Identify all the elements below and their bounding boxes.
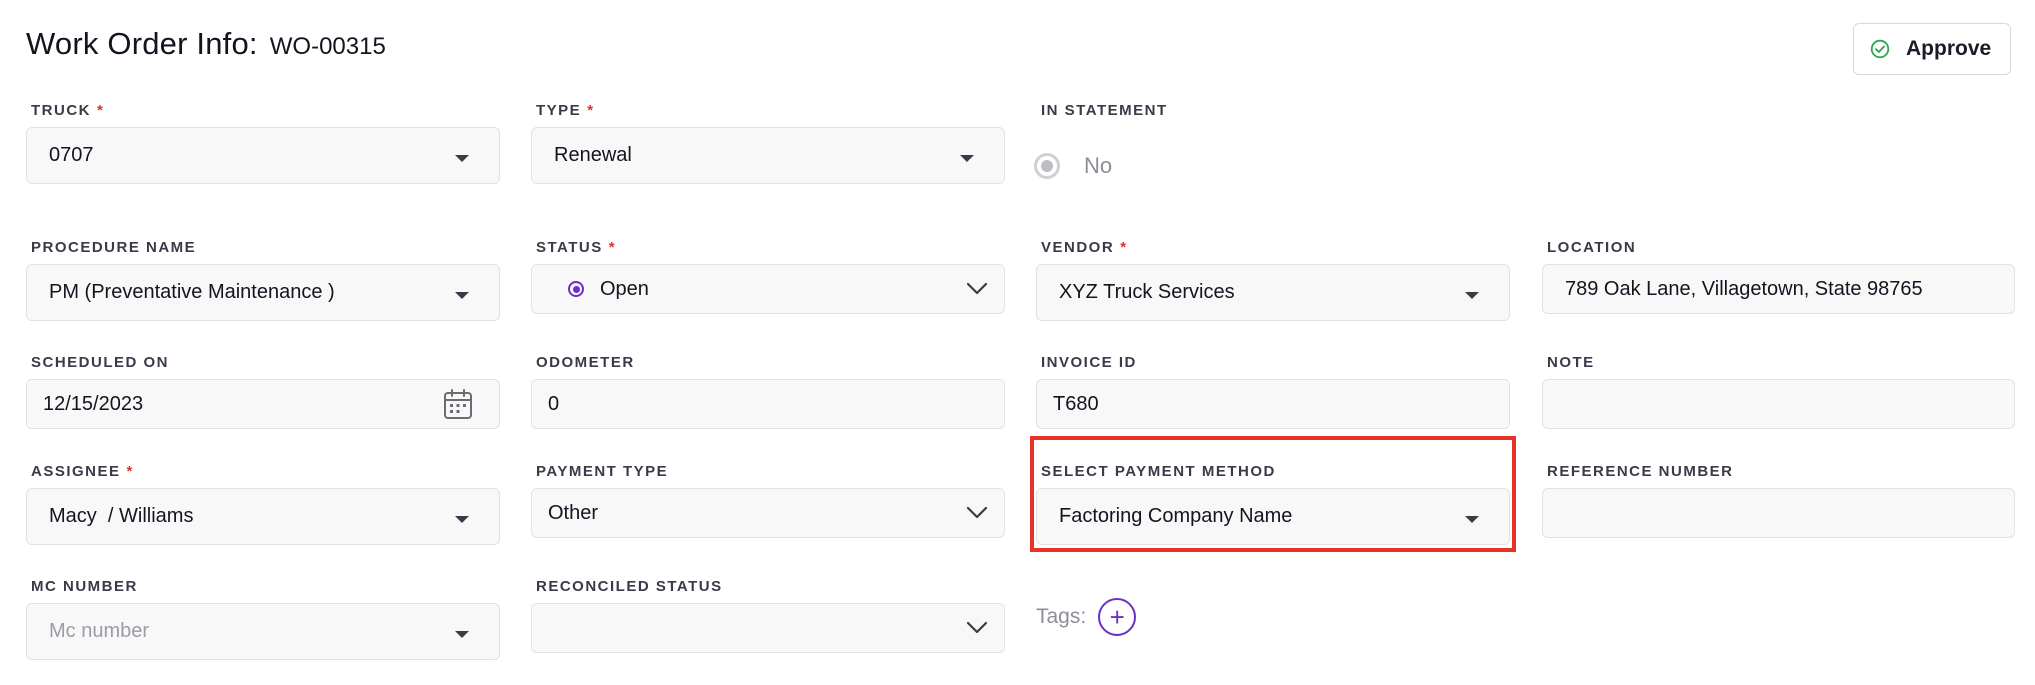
scheduled-on-label: SCHEDULED ON	[31, 354, 170, 371]
status-dot-icon	[568, 281, 584, 297]
invoice-id-value: T680	[1053, 392, 1099, 415]
page-title: Work Order Info:	[26, 26, 258, 61]
add-tag-button[interactable]: +	[1098, 598, 1137, 636]
radio-icon	[1034, 153, 1060, 179]
mc-number-label: MC NUMBER	[31, 578, 138, 595]
truck-value: 0707	[49, 144, 94, 166]
odometer-input[interactable]: 0	[531, 379, 1005, 429]
type-select[interactable]: Renewal	[531, 127, 1005, 184]
tags-section: Tags: +	[1036, 598, 1137, 636]
assignee-select[interactable]: Macy / Williams	[26, 488, 500, 545]
type-label: TYPE *	[536, 102, 595, 119]
work-order-id: WO-00315	[269, 33, 386, 60]
note-input[interactable]	[1542, 379, 2015, 429]
scheduled-on-value: 12/15/2023	[43, 392, 144, 415]
caret-down-icon	[455, 154, 469, 162]
status-label: STATUS *	[536, 239, 617, 256]
chevron-down-icon	[966, 621, 988, 634]
location-input[interactable]: 789 Oak Lane, Villagetown, State 98765	[1542, 264, 2015, 314]
vendor-select[interactable]: XYZ Truck Services	[1036, 264, 1510, 321]
calendar-icon[interactable]	[443, 388, 473, 420]
status-value: Open	[600, 277, 649, 300]
note-label: NOTE	[1547, 354, 1595, 371]
payment-type-value: Other	[548, 501, 599, 524]
plus-icon: +	[1109, 602, 1125, 632]
payment-method-label: SELECT PAYMENT METHOD	[1041, 463, 1276, 480]
in-statement-value: No	[1084, 153, 1113, 178]
scheduled-on-date-input[interactable]: 12/15/2023	[26, 379, 500, 429]
caret-down-icon	[1465, 291, 1479, 299]
procedure-name-select[interactable]: PM (Preventative Maintenance )	[26, 264, 500, 321]
location-value: 789 Oak Lane, Villagetown, State 98765	[1565, 277, 1923, 300]
caret-down-icon	[960, 154, 974, 162]
payment-type-label: PAYMENT TYPE	[536, 463, 669, 480]
approve-button[interactable]: Approve	[1853, 23, 2011, 75]
location-label: LOCATION	[1547, 239, 1637, 256]
odometer-value: 0	[548, 392, 560, 415]
assignee-label: ASSIGNEE *	[31, 463, 134, 480]
type-value: Renewal	[554, 144, 632, 166]
caret-down-icon	[1465, 515, 1479, 523]
procedure-name-label: PROCEDURE NAME	[31, 239, 197, 256]
payment-type-select[interactable]: Other	[531, 488, 1005, 538]
chevron-down-icon	[966, 282, 988, 295]
truck-select[interactable]: 0707	[26, 127, 500, 184]
vendor-value: XYZ Truck Services	[1059, 281, 1235, 303]
assignee-value: Macy / Williams	[49, 505, 194, 527]
truck-label: TRUCK *	[31, 102, 105, 119]
in-statement-label: IN STATEMENT	[1041, 102, 1168, 119]
in-statement-radio[interactable]: No	[1034, 153, 1112, 179]
payment-method-select[interactable]: Factoring Company Name	[1036, 488, 1510, 545]
approve-label: Approve	[1906, 37, 1992, 60]
vendor-label: VENDOR *	[1041, 239, 1128, 256]
check-circle-icon	[1870, 39, 1890, 59]
reference-number-input[interactable]	[1542, 488, 2015, 538]
invoice-id-input[interactable]: T680	[1036, 379, 1510, 429]
mc-number-placeholder: Mc number	[49, 620, 150, 642]
caret-down-icon	[455, 515, 469, 523]
reference-number-label: REFERENCE NUMBER	[1547, 463, 1734, 480]
procedure-name-value: PM (Preventative Maintenance )	[49, 281, 335, 303]
odometer-label: ODOMETER	[536, 354, 635, 371]
reconciled-status-select[interactable]	[531, 603, 1005, 653]
caret-down-icon	[455, 630, 469, 638]
payment-method-value: Factoring Company Name	[1059, 505, 1293, 527]
invoice-id-label: INVOICE ID	[1041, 354, 1137, 371]
tags-label: Tags:	[1036, 605, 1087, 628]
chevron-down-icon	[966, 506, 988, 519]
reconciled-status-label: RECONCILED STATUS	[536, 578, 723, 595]
caret-down-icon	[455, 291, 469, 299]
page-header: Work Order Info: WO-00315	[26, 26, 386, 62]
mc-number-select[interactable]: Mc number	[26, 603, 500, 660]
status-select[interactable]: Open	[531, 264, 1005, 314]
